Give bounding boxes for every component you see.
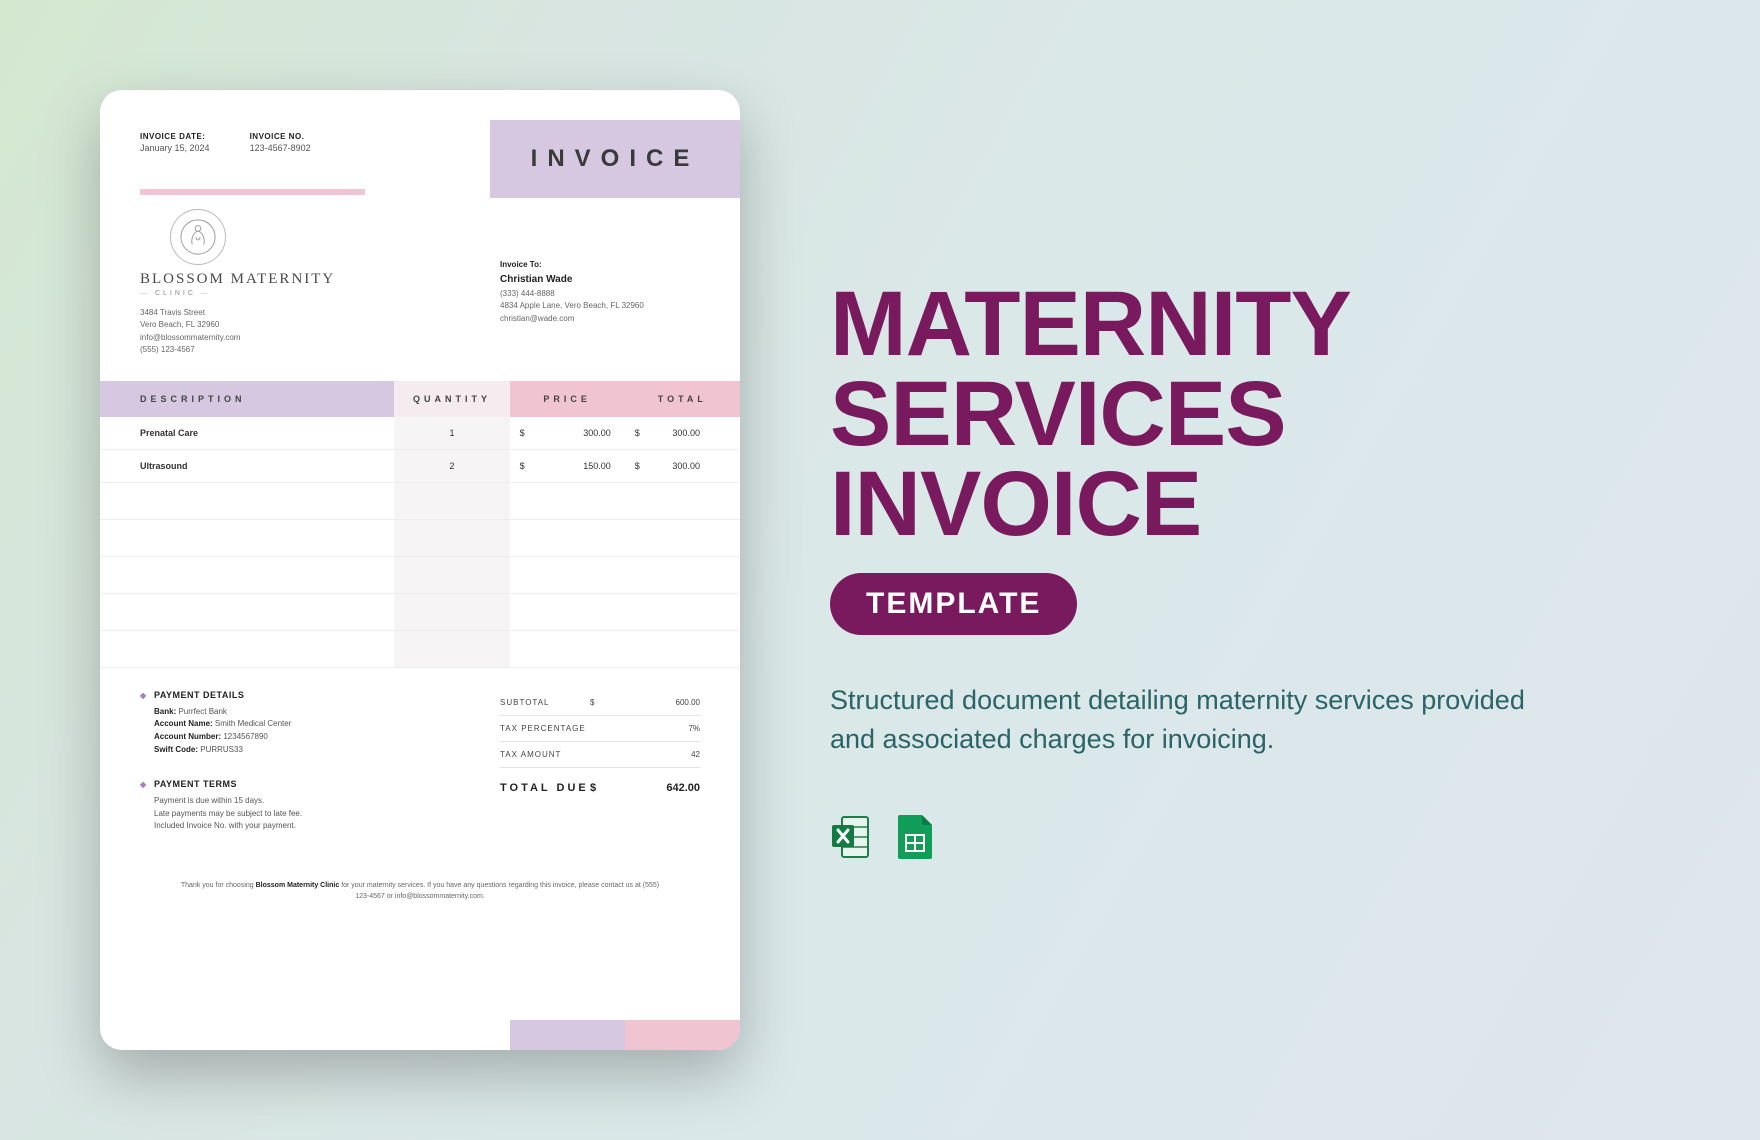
col-description: DESCRIPTION [100, 381, 394, 417]
col-quantity: QUANTITY [394, 381, 509, 417]
subtotal-row: SUBTOTAL 600.00 [500, 690, 700, 716]
invoice-banner-text: INVOICE [531, 145, 700, 173]
totals-block: SUBTOTAL 600.00 TAX PERCENTAGE 7% TAX AM… [500, 690, 700, 856]
invoice-no-label: INVOICE NO. [250, 132, 311, 141]
col-price: PRICE [510, 381, 625, 417]
table-row [100, 557, 740, 594]
table-row: Prenatal Care 1 300.00 300.00 [100, 417, 740, 450]
invoice-banner: INVOICE [490, 120, 740, 198]
invoice-no-value: 123-4567-8902 [250, 143, 311, 153]
bill-to-name: Christian Wade [500, 272, 700, 288]
company-address: 3484 Travis Street Vero Beach, FL 32960 … [140, 307, 460, 357]
excel-icon [830, 813, 872, 861]
invoice-date-block: INVOICE DATE: January 15, 2024 [140, 132, 210, 153]
total-due-row: TOTAL DUE 642.00 [500, 774, 700, 802]
thank-you-note: Thank you for choosing Blossom Maternity… [100, 855, 740, 902]
payment-terms-title: PAYMENT TERMS [140, 779, 480, 789]
hero-panel: MATERNITY SERVICES INVOICE TEMPLATE Stru… [830, 279, 1590, 862]
payment-details: PAYMENT DETAILS Bank: Purrfect Bank Acco… [140, 690, 480, 757]
table-header: DESCRIPTION QUANTITY PRICE TOTAL [100, 381, 740, 417]
company-logo-icon [170, 209, 226, 265]
table-row [100, 594, 740, 631]
bill-to-label: Invoice To: [500, 259, 700, 271]
tax-pct-row: TAX PERCENTAGE 7% [500, 716, 700, 742]
bill-to-block: Invoice To: Christian Wade (333) 444-888… [500, 219, 700, 357]
company-block: BLOSSOM MATERNITY CLINIC 3484 Travis Str… [140, 209, 460, 357]
template-pill: TEMPLATE [830, 573, 1077, 635]
payment-terms: PAYMENT TERMS Payment is due within 15 d… [140, 779, 480, 833]
company-subtitle: CLINIC [140, 290, 460, 297]
company-name: BLOSSOM MATERNITY [140, 271, 460, 288]
invoice-date-value: January 15, 2024 [140, 143, 210, 153]
table-row: Ultrasound 2 150.00 300.00 [100, 450, 740, 483]
payment-details-title: PAYMENT DETAILS [140, 690, 480, 700]
tax-amt-row: TAX AMOUNT 42 [500, 742, 700, 768]
invoice-table: DESCRIPTION QUANTITY PRICE TOTAL Prenata… [100, 381, 740, 668]
col-total: TOTAL [625, 381, 740, 417]
invoice-preview: INVOICE DATE: January 15, 2024 INVOICE N… [100, 90, 740, 1050]
table-row [100, 483, 740, 520]
footer-color-bars [100, 1020, 740, 1050]
hero-description: Structured document detailing maternity … [830, 681, 1550, 759]
invoice-date-label: INVOICE DATE: [140, 132, 210, 141]
file-format-icons [830, 813, 1590, 861]
google-sheets-icon [894, 813, 936, 861]
table-row [100, 631, 740, 668]
table-row [100, 520, 740, 557]
invoice-no-block: INVOICE NO. 123-4567-8902 [250, 132, 311, 153]
hero-title: MATERNITY SERVICES INVOICE [830, 279, 1590, 549]
